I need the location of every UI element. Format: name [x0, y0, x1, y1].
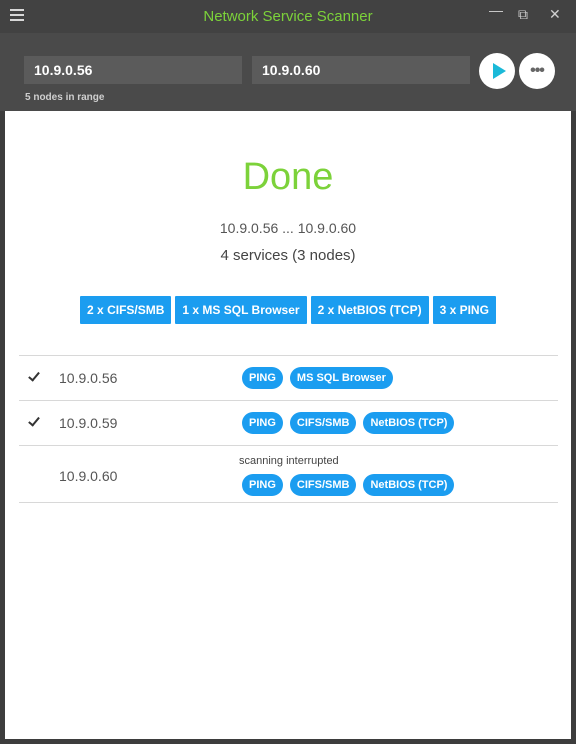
- scan-status: Done: [242, 156, 334, 198]
- node-ip: 10.9.0.59: [59, 415, 118, 431]
- node-ip: 10.9.0.60: [59, 468, 118, 484]
- service-pill[interactable]: PING: [242, 474, 283, 496]
- summary-tag[interactable]: 2 x CIFS/SMB: [80, 296, 172, 324]
- service-tags: PING MS SQL Browser: [242, 367, 400, 389]
- start-scan-button[interactable]: [479, 53, 515, 89]
- results-list: 10.9.0.56 PING MS SQL Browser 10.9.0.59 PING…: [19, 355, 558, 503]
- service-pill[interactable]: NetBIOS (TCP): [363, 412, 455, 434]
- start-ip-input[interactable]: [24, 56, 242, 84]
- more-options-button[interactable]: •••: [519, 53, 555, 89]
- title-bar: Network Service Scanner — ⧉ ✕: [0, 0, 576, 33]
- service-pill[interactable]: MS SQL Browser: [289, 367, 393, 389]
- services-summary: 4 services (3 nodes): [220, 247, 356, 264]
- summary-tag[interactable]: 1 x MS SQL Browser: [175, 296, 307, 324]
- results-panel: Done 10.9.0.56 ... 10.9.0.60 4 services …: [5, 111, 571, 739]
- service-pill[interactable]: CIFS/SMB: [289, 474, 357, 496]
- close-icon[interactable]: ✕: [549, 6, 561, 23]
- service-pill[interactable]: CIFS/SMB: [289, 412, 357, 434]
- play-icon: [493, 63, 506, 79]
- result-row[interactable]: 10.9.0.60 scanning interrupted PING CIFS/SM…: [19, 445, 558, 502]
- scanned-range: 10.9.0.56 ... 10.9.0.60: [219, 220, 357, 236]
- check-icon: [28, 369, 42, 384]
- minimize-icon[interactable]: —: [489, 2, 503, 18]
- maximize-icon[interactable]: ⧉: [518, 6, 528, 23]
- service-pill[interactable]: PING: [242, 412, 283, 434]
- range-info: 5 nodes in range: [25, 92, 105, 103]
- summary-tag[interactable]: 2 x NetBIOS (TCP): [310, 296, 429, 324]
- service-pill[interactable]: NetBIOS (TCP): [363, 474, 455, 496]
- result-row[interactable]: 10.9.0.56 PING MS SQL Browser: [19, 355, 558, 400]
- check-icon: [28, 414, 42, 429]
- service-tags: PING CIFS/SMB NetBIOS (TCP): [242, 412, 461, 434]
- end-ip-input[interactable]: [252, 56, 470, 84]
- service-pill[interactable]: PING: [242, 367, 283, 389]
- node-ip: 10.9.0.56: [59, 370, 118, 386]
- service-tags: PING CIFS/SMB NetBIOS (TCP): [242, 474, 461, 496]
- divider: [19, 502, 558, 503]
- more-icon: •••: [530, 62, 545, 79]
- result-row[interactable]: 10.9.0.59 PING CIFS/SMB NetBIOS (TCP): [19, 400, 558, 445]
- summary-tag[interactable]: 3 x PING: [432, 296, 496, 324]
- summary-tags: 2 x CIFS/SMB 1 x MS SQL Browser 2 x NetBIO…: [5, 296, 571, 324]
- toolbar: 5 nodes in range •••: [0, 33, 576, 111]
- row-note: scanning interrupted: [239, 455, 339, 467]
